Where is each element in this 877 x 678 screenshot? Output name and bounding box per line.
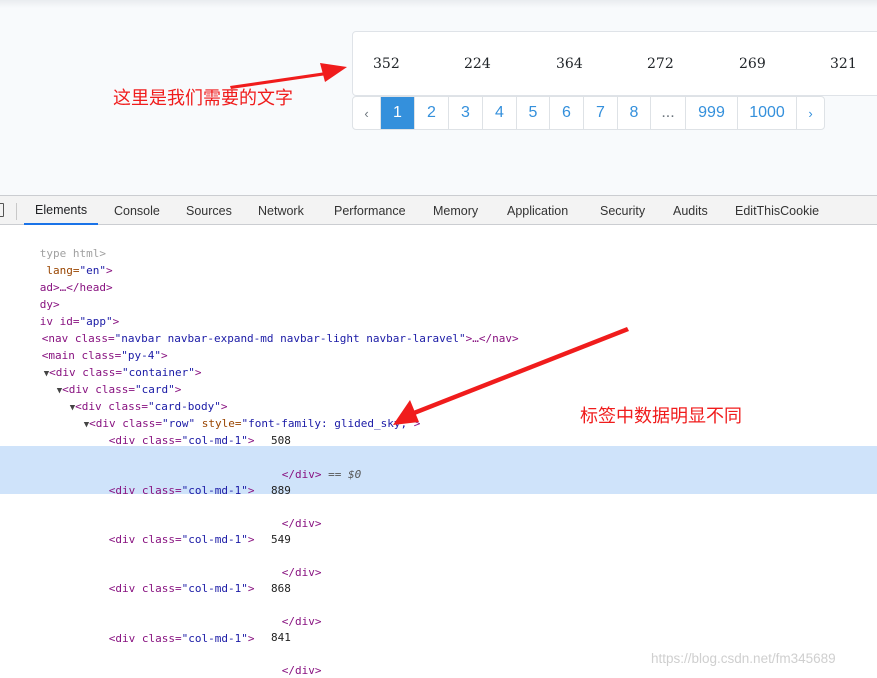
tab-performance[interactable]: Performance bbox=[334, 196, 406, 225]
inspect-element-icon[interactable] bbox=[0, 203, 4, 217]
tree-line-card-body[interactable]: ▼<div class="card-body"> bbox=[0, 381, 877, 413]
tree-line-nav[interactable]: <nav class="navbar navbar-expand-md navb… bbox=[0, 313, 877, 345]
pagination-page-1[interactable]: 1 bbox=[381, 97, 415, 129]
numbers-card: 352 224 364 272 269 321 bbox=[352, 31, 877, 96]
rendered-page: 352 224 364 272 269 321 ‹ 1 2 3 4 5 6 7 … bbox=[0, 0, 877, 195]
tree-line-main[interactable]: <main class="py-4"> bbox=[0, 330, 877, 362]
annotation-bottom: 标签中数据明显不同 bbox=[580, 406, 742, 427]
pagination-page-3[interactable]: 3 bbox=[449, 97, 483, 129]
tab-memory[interactable]: Memory bbox=[433, 196, 478, 225]
tab-sources[interactable]: Sources bbox=[186, 196, 232, 225]
pagination-page-4[interactable]: 4 bbox=[483, 97, 517, 129]
tree-line-col-value[interactable]: 868 bbox=[0, 580, 877, 597]
tree-line-col-close[interactable]: </div> bbox=[0, 498, 877, 530]
tree-line-col-close[interactable]: </div> bbox=[0, 596, 877, 628]
tree-line-col-open[interactable]: <div class="col-md-1"> bbox=[0, 415, 877, 447]
tab-elements[interactable]: Elements bbox=[24, 196, 99, 225]
tree-line-col-open[interactable]: <div class="col-md-1"> bbox=[0, 465, 877, 497]
tab-audits[interactable]: Audits bbox=[673, 196, 708, 225]
tab-network[interactable]: Network bbox=[258, 196, 304, 225]
tree-line-html[interactable]: lang="en"> bbox=[0, 245, 877, 277]
annotation-top: 这里是我们需要的文字 bbox=[113, 88, 293, 109]
tree-line-row[interactable]: ▼<div class="row" style="font-family: gl… bbox=[0, 398, 877, 430]
devtools-panel: Elements Console Sources Network Perform… bbox=[0, 195, 877, 678]
tree-line-body[interactable]: dy> bbox=[0, 279, 877, 311]
tree-line-card[interactable]: ▼<div class="card"> bbox=[0, 364, 877, 396]
pagination-page-999[interactable]: 999 bbox=[686, 97, 738, 129]
tab-security[interactable]: Security bbox=[600, 196, 645, 225]
tree-line-div-app[interactable]: iv id="app"> bbox=[0, 296, 877, 328]
tree-line-container[interactable]: ▼<div class="container"> bbox=[0, 347, 877, 379]
tree-line-col-value[interactable]: 549 bbox=[0, 531, 877, 548]
tree-line-col-open[interactable]: <div class="col-md-1"> bbox=[0, 514, 877, 546]
devtools-tabbar: Elements Console Sources Network Perform… bbox=[0, 195, 877, 225]
tab-editthiscookie[interactable]: EditThisCookie bbox=[735, 196, 819, 225]
watermark: https://blog.csdn.net/fm345689 bbox=[651, 651, 836, 666]
number-3: 364 bbox=[556, 56, 583, 72]
tree-line-col-value[interactable]: 889 bbox=[0, 482, 877, 499]
number-4: 272 bbox=[647, 56, 674, 72]
pagination: ‹ 1 2 3 4 5 6 7 8 ... 999 1000 › bbox=[352, 96, 825, 130]
number-5: 269 bbox=[739, 56, 766, 72]
tree-line-col-value[interactable]: 508 bbox=[0, 432, 877, 449]
tree-line-col-open[interactable]: <div class="col-md-1"> bbox=[0, 563, 877, 595]
pagination-page-5[interactable]: 5 bbox=[517, 97, 550, 129]
tree-line-col-close[interactable]: </div> bbox=[0, 547, 877, 579]
pagination-next[interactable]: › bbox=[797, 97, 824, 129]
tree-line-col-close[interactable]: </div> == $0 bbox=[0, 449, 877, 481]
pagination-ellipsis: ... bbox=[651, 97, 686, 129]
pagination-page-7[interactable]: 7 bbox=[584, 97, 618, 129]
tree-line-head[interactable]: ad>…</head> bbox=[0, 262, 877, 294]
tree-line-col-open[interactable]: <div class="col-md-1"> bbox=[0, 613, 877, 645]
elements-tree: type html> lang="en"> ad>…</head> dy> iv… bbox=[0, 226, 877, 678]
tree-line-doctype[interactable]: type html> bbox=[0, 228, 877, 260]
number-6: 321 bbox=[830, 56, 857, 72]
tree-line-col-value[interactable]: 841 bbox=[0, 629, 877, 646]
pagination-page-6[interactable]: 6 bbox=[550, 97, 584, 129]
tab-separator bbox=[16, 203, 17, 220]
number-1: 352 bbox=[373, 56, 400, 72]
pagination-page-8[interactable]: 8 bbox=[618, 97, 651, 129]
pagination-prev: ‹ bbox=[353, 97, 381, 129]
page-top-shadow bbox=[0, 0, 877, 8]
number-2: 224 bbox=[464, 56, 491, 72]
tab-console[interactable]: Console bbox=[114, 196, 160, 225]
pagination-page-2[interactable]: 2 bbox=[415, 97, 449, 129]
tab-application[interactable]: Application bbox=[507, 196, 568, 225]
pagination-page-1000[interactable]: 1000 bbox=[738, 97, 797, 129]
